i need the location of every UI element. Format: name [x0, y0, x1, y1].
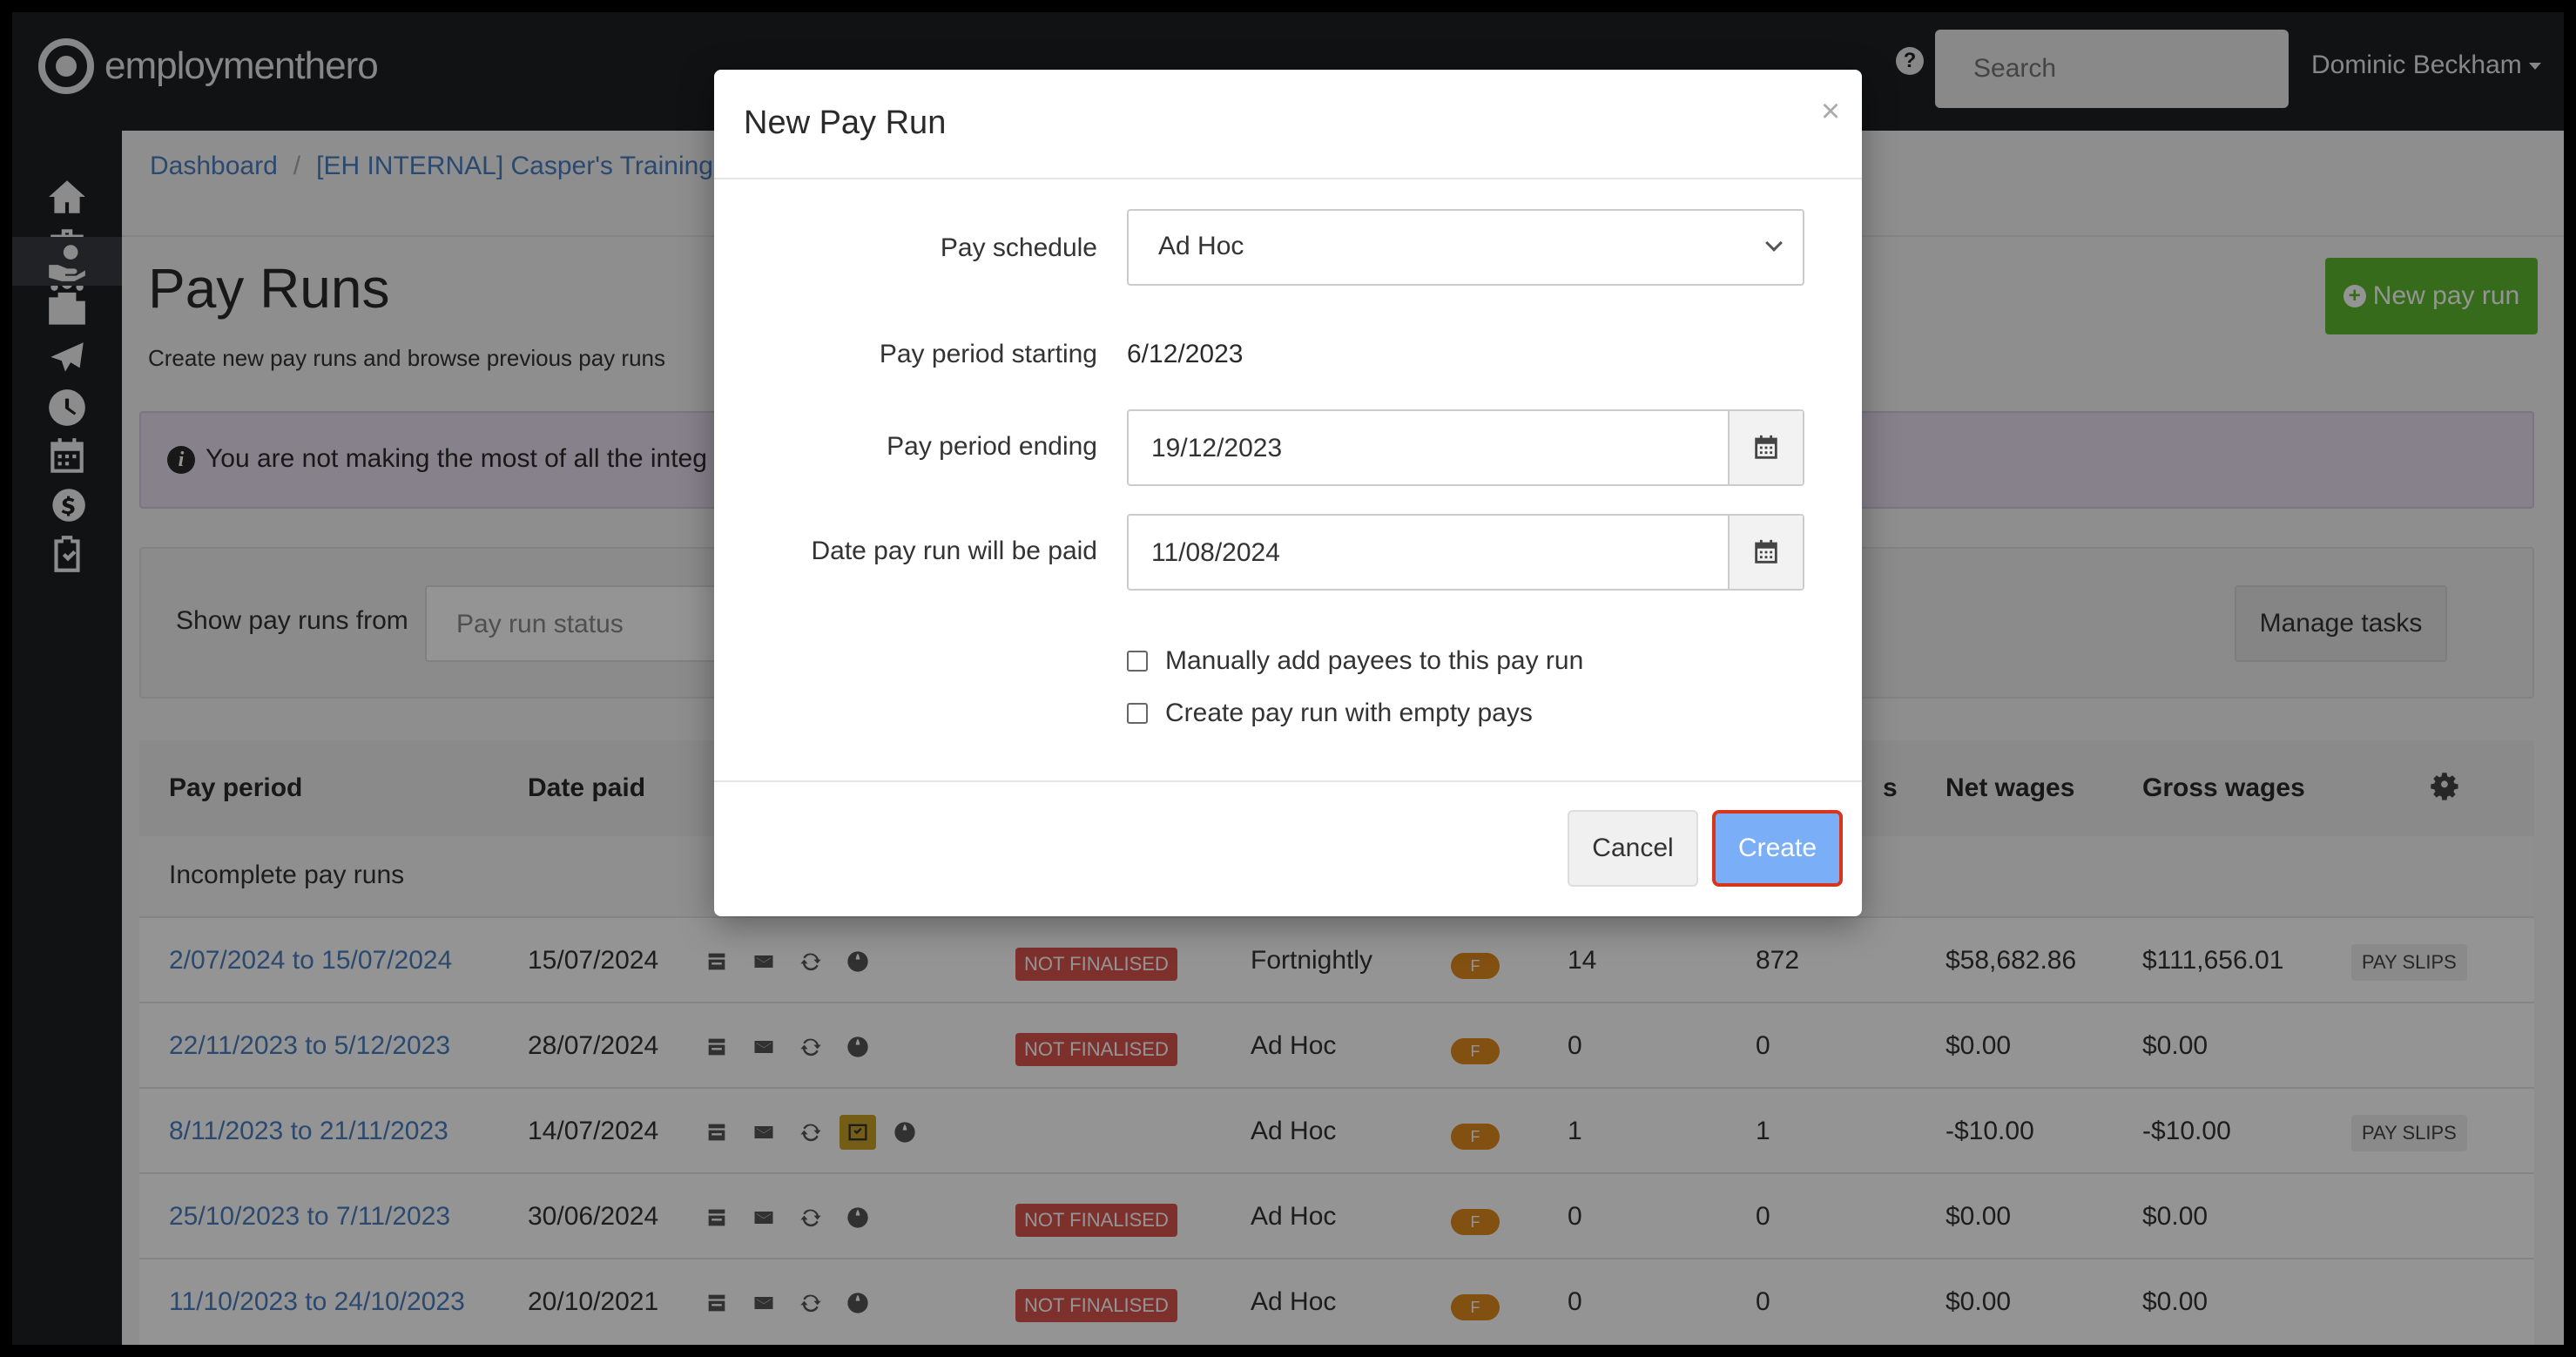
pay-date-label: Date pay run will be paid	[811, 537, 1097, 565]
manual-payees-label: Manually add payees to this pay run	[1165, 646, 1584, 675]
new-pay-run-modal: New Pay Run × Pay schedule Ad Hoc Pay pe…	[714, 70, 1862, 916]
period-start-label: Pay period starting	[879, 340, 1097, 368]
pay-date-input[interactable]: 11/08/2024	[1127, 514, 1804, 591]
empty-pays-checkbox[interactable]	[1127, 703, 1148, 724]
manual-payees-checkbox[interactable]	[1127, 651, 1148, 672]
manual-payees-option[interactable]: Manually add payees to this pay run	[1127, 646, 1583, 676]
pay-date-value: 11/08/2024	[1151, 538, 1280, 567]
period-end-input[interactable]: 19/12/2023	[1127, 409, 1804, 486]
period-end-value: 19/12/2023	[1151, 434, 1283, 462]
period-start-value: 6/12/2023	[1127, 340, 1244, 368]
period-end-calendar-button[interactable]	[1728, 411, 1803, 484]
pay-date-calendar-button[interactable]	[1728, 516, 1803, 589]
period-end-label: Pay period ending	[887, 432, 1097, 461]
pay-schedule-select[interactable]: Ad Hoc	[1127, 209, 1804, 286]
calendar-icon	[1755, 435, 1777, 459]
chevron-down-icon	[1765, 234, 1783, 252]
calendar-icon	[1755, 539, 1777, 564]
empty-pays-option[interactable]: Create pay run with empty pays	[1127, 699, 1533, 728]
empty-pays-label: Create pay run with empty pays	[1165, 699, 1533, 727]
cancel-button[interactable]: Cancel	[1568, 810, 1698, 887]
modal-footer-divider	[714, 780, 1862, 782]
pay-schedule-label: Pay schedule	[940, 233, 1097, 262]
pay-schedule-value: Ad Hoc	[1158, 232, 1244, 260]
create-button[interactable]: Create	[1712, 810, 1843, 887]
modal-title: New Pay Run	[744, 105, 947, 141]
modal-header-divider	[714, 178, 1862, 179]
app-window: employmenthero ? Dominic Beckham	[12, 12, 2564, 1345]
close-icon[interactable]: ×	[1813, 94, 1848, 129]
